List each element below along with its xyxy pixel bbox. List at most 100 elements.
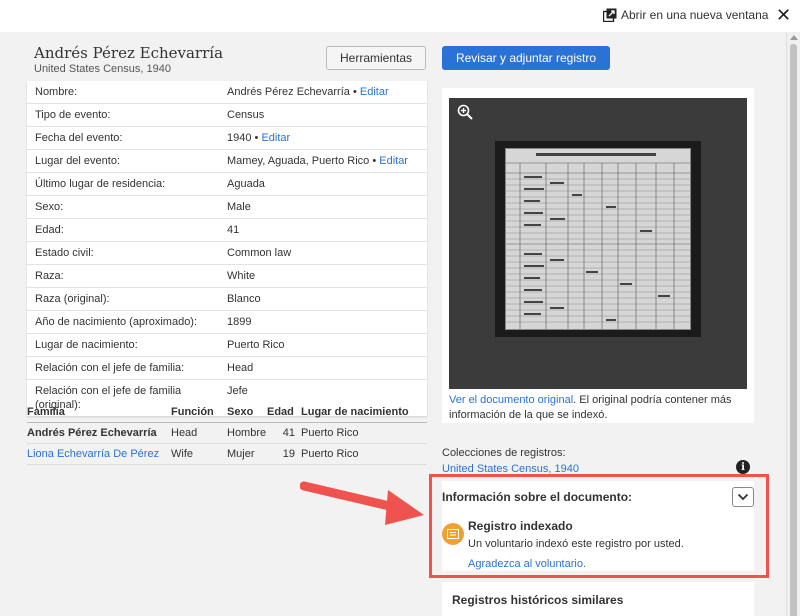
fact-label: Edad:: [35, 224, 64, 236]
fact-value: Aguada: [227, 177, 419, 191]
fact-value-text: Male: [227, 201, 251, 213]
family-table: Familia Función Sexo Edad Lugar de nacim…: [27, 402, 427, 465]
fact-value-text: Aguada: [227, 178, 265, 190]
header-birthplace: Lugar de nacimiento: [301, 406, 409, 418]
family-member-age: 19: [282, 448, 295, 460]
fact-row: Último lugar de residencia: Aguada: [27, 173, 427, 196]
family-member-sex: Mujer: [227, 448, 255, 460]
fact-value-text: Common law: [227, 247, 292, 259]
review-attach-button[interactable]: Revisar y adjuntar registro: [442, 46, 610, 70]
scrollbar-thumb[interactable]: [790, 44, 797, 616]
edit-link[interactable]: Editar: [379, 155, 408, 167]
fact-label: Nombre:: [35, 86, 78, 98]
top-bar: Abrir en una nueva ventana ✕: [0, 0, 800, 32]
fact-row: Raza: White: [27, 265, 427, 288]
record-facts-table: Nombre: Andrés Pérez Echevarría • Editar T…: [27, 81, 427, 416]
family-member-name: Andrés Pérez Echevarría: [27, 427, 157, 439]
header-age: Edad: [267, 406, 294, 418]
open-new-window-link[interactable]: Abrir en una nueva ventana: [603, 8, 768, 22]
family-member-sex: Hombre: [227, 427, 267, 439]
fact-row: Edad: 41: [27, 219, 427, 242]
fact-row: Año de nacimiento (aproximado): 1899: [27, 311, 427, 334]
fact-value-text: Jefe: [227, 385, 248, 397]
fact-label: Tipo de evento:: [35, 109, 111, 121]
similar-records-title: Registros históricos similares: [452, 593, 624, 607]
fact-label: Raza:: [35, 270, 64, 282]
fact-value-text: Andrés Pérez Echevarría •: [227, 86, 357, 98]
fact-value-text: Puerto Rico: [227, 339, 285, 351]
family-member-age: 41: [282, 427, 295, 439]
vertical-scrollbar[interactable]: [786, 32, 800, 616]
fact-value: Head: [227, 361, 419, 375]
fact-value-text: 1899: [227, 316, 252, 328]
record-panel: Andrés Pérez Echevarría United States Ce…: [0, 32, 786, 616]
open-new-window-label: Abrir en una nueva ventana: [621, 8, 769, 22]
record-collection-subtitle: United States Census, 1940: [34, 63, 171, 75]
tools-button[interactable]: Herramientas: [326, 46, 426, 70]
fact-row: Raza (original): Blanco: [27, 288, 427, 311]
fact-value: Puerto Rico: [227, 338, 419, 352]
view-original-document-link[interactable]: Ver el documento original: [449, 394, 573, 406]
fact-value-text: Blanco: [227, 293, 261, 305]
zoom-in-icon[interactable]: [457, 104, 473, 123]
open-new-window-icon: [603, 8, 617, 22]
fact-row: Estado civil: Common law: [27, 242, 427, 265]
header-sex: Sexo: [227, 406, 254, 418]
fact-row: Lugar de nacimiento: Puerto Rico: [27, 334, 427, 357]
census-sheet: [505, 148, 691, 330]
fact-value: 1940 • Editar: [227, 131, 419, 145]
fact-row: Relación con el jefe de familia: Head: [27, 357, 427, 380]
family-member-birthplace: Puerto Rico: [301, 427, 359, 439]
annotation-arrow: [299, 478, 426, 531]
fact-value-text: Census: [227, 109, 265, 121]
table-row: Andrés Pérez Echevarría Head Hombre 41 P…: [27, 423, 427, 444]
family-table-header: Familia Función Sexo Edad Lugar de nacim…: [27, 402, 427, 423]
fact-value: Andrés Pérez Echevarría • Editar: [227, 85, 419, 99]
highlight-box: [429, 474, 769, 578]
fact-value: 41: [227, 223, 419, 237]
fact-value-text: 1940 •: [227, 132, 259, 144]
fact-value: Census: [227, 108, 419, 122]
table-row: Liona Echevarría De Pérez Wife Mujer 19 …: [27, 444, 427, 465]
fact-label: Último lugar de residencia:: [35, 178, 166, 190]
fact-label: Estado civil:: [35, 247, 94, 259]
image-viewer[interactable]: [449, 98, 747, 389]
family-member-birthplace: Puerto Rico: [301, 448, 359, 460]
header-role: Función: [171, 406, 214, 418]
fact-value: Common law: [227, 246, 419, 260]
census-document-thumbnail[interactable]: [495, 141, 701, 337]
family-member-role: Head: [171, 427, 198, 439]
fact-label: Sexo:: [35, 201, 64, 213]
fact-value: 1899: [227, 315, 419, 329]
fact-label: Raza (original):: [35, 293, 110, 305]
family-member-name-link[interactable]: Liona Echevarría De Pérez: [27, 448, 171, 460]
fact-label: Lugar del evento:: [35, 155, 121, 167]
record-collections-label: Colecciones de registros:: [442, 447, 566, 459]
fact-row: Sexo: Male: [27, 196, 427, 219]
scroll-up-arrow-icon[interactable]: [790, 35, 798, 40]
document-caption: Ver el documento original. El original p…: [449, 393, 749, 423]
header-family: Familia: [27, 406, 65, 418]
fact-row: Fecha del evento: 1940 • Editar: [27, 127, 427, 150]
fact-label: Año de nacimiento (aproximado):: [35, 316, 198, 328]
fact-label: Relación con el jefe de familia:: [35, 362, 185, 374]
edit-link[interactable]: Editar: [261, 132, 290, 144]
similar-records-section[interactable]: Registros históricos similares: [442, 582, 754, 616]
fact-value-text: White: [227, 270, 256, 282]
fact-value: White: [227, 269, 419, 283]
fact-value: Male: [227, 200, 419, 214]
person-name: Andrés Pérez Echevarría: [34, 44, 224, 62]
fact-label: Lugar de nacimiento:: [35, 339, 138, 351]
fact-label: Fecha del evento:: [35, 132, 123, 144]
fact-row: Tipo de evento: Census: [27, 104, 427, 127]
fact-row: Lugar del evento: Mamey, Aguada, Puerto R…: [27, 150, 427, 173]
fact-value: Blanco: [227, 292, 419, 306]
fact-value-text: Mamey, Aguada, Puerto Rico •: [227, 155, 377, 167]
fact-value-text: Head: [227, 362, 254, 374]
close-icon[interactable]: ✕: [776, 4, 791, 26]
info-icon[interactable]: i: [736, 460, 750, 474]
fact-value: Mamey, Aguada, Puerto Rico • Editar: [227, 154, 419, 168]
document-image-card: Ver el documento original. El original p…: [442, 88, 754, 423]
edit-link[interactable]: Editar: [360, 86, 389, 98]
family-member-role: Wife: [171, 448, 193, 460]
